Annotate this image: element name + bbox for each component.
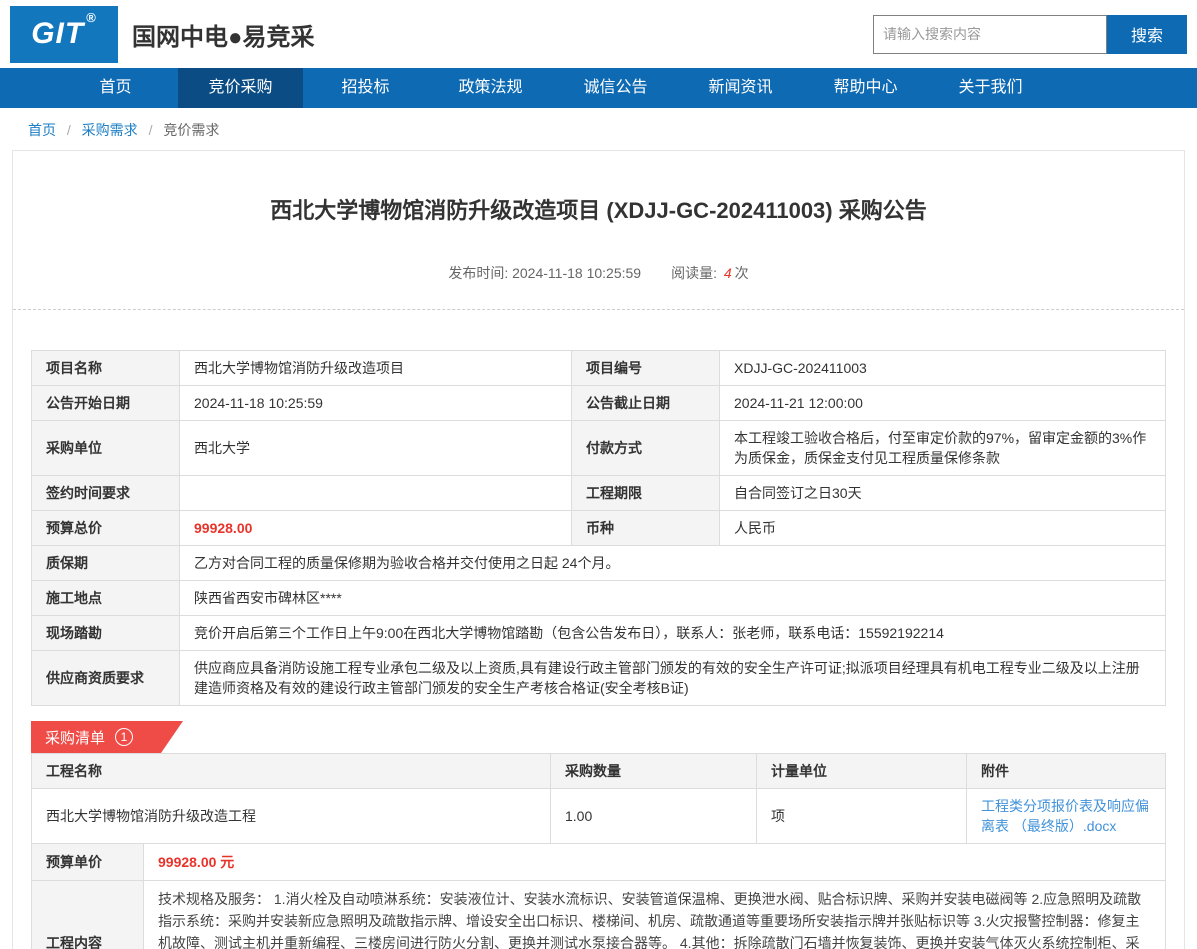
- warranty-value: 乙方对合同工程的质量保修期为验收合格并交付使用之日起 24个月。: [180, 546, 1166, 581]
- payment-value: 本工程竣工验收合格后，付至审定价款的97%，留审定金额的3%作为质保金，质保金支…: [720, 421, 1166, 476]
- project-name-label: 项目名称: [32, 351, 180, 386]
- start-date-label: 公告开始日期: [32, 386, 180, 421]
- unit-price-value: 99928.00 元: [144, 844, 1166, 881]
- table-row: 工程内容 技术规格及服务： 1.消火栓及自动喷淋系统：安装液位计、安装水流标识、…: [32, 881, 1166, 949]
- unit-price-label: 预算单价: [32, 844, 144, 881]
- attachment-link[interactable]: 工程类分项报价表及响应偏离表 （最终版）.docx: [981, 798, 1149, 834]
- budget-total-label: 预算总价: [32, 511, 180, 546]
- nav-item-news[interactable]: 新闻资讯: [678, 68, 803, 108]
- page-title: 西北大学博物馆消防升级改造项目 (XDJJ-GC-202411003) 采购公告: [33, 193, 1164, 225]
- project-code-value: XDJJ-GC-202411003: [720, 351, 1166, 386]
- logo-text: GIT®: [31, 17, 97, 51]
- purchaser-label: 采购单位: [32, 421, 180, 476]
- purchase-item-name: 西北大学博物馆消防升级改造工程: [32, 789, 551, 844]
- views-count: 4: [724, 265, 732, 281]
- location-value: 陕西省西安市碑林区****: [180, 581, 1166, 616]
- purchase-list-tag-label: 采购清单: [45, 727, 105, 748]
- table-row: 签约时间要求 工程期限 自合同签订之日30天: [32, 476, 1166, 511]
- nav-item-home[interactable]: 首页: [53, 68, 178, 108]
- start-date-value: 2024-11-18 10:25:59: [180, 386, 572, 421]
- project-content-value: 技术规格及服务： 1.消火栓及自动喷淋系统：安装液位计、安装水流标识、安装管道保…: [144, 881, 1166, 949]
- table-row: 质保期 乙方对合同工程的质量保修期为验收合格并交付使用之日起 24个月。: [32, 546, 1166, 581]
- announcement-card: 西北大学博物馆消防升级改造项目 (XDJJ-GC-202411003) 采购公告…: [12, 150, 1185, 949]
- publish-time-value: 2024-11-18 10:25:59: [512, 265, 641, 281]
- announcement-title-block: 西北大学博物馆消防升级改造项目 (XDJJ-GC-202411003) 采购公告…: [13, 151, 1184, 309]
- project-info-table: 项目名称 西北大学博物馆消防升级改造项目 项目编号 XDJJ-GC-202411…: [31, 350, 1166, 706]
- nav-item-integrity-notice[interactable]: 诚信公告: [553, 68, 678, 108]
- site-title: 国网中电●易竞采: [132, 17, 315, 52]
- table-row: 预算总价 99928.00 币种 人民币: [32, 511, 1166, 546]
- card-content: 项目名称 西北大学博物馆消防升级改造项目 项目编号 XDJJ-GC-202411…: [13, 310, 1184, 949]
- qualification-value: 供应商应具备消防设施工程专业承包二级及以上资质,具有建设行政主管部门颁发的有效的…: [180, 651, 1166, 706]
- breadcrumb: 首页 / 采购需求 / 竞价需求: [0, 108, 1197, 148]
- payment-label: 付款方式: [572, 421, 720, 476]
- purchase-detail-table: 预算单价 99928.00 元 工程内容 技术规格及服务： 1.消火栓及自动喷淋…: [31, 843, 1166, 949]
- nav-item-help-center[interactable]: 帮助中心: [803, 68, 928, 108]
- col-header-quantity: 采购数量: [551, 754, 757, 789]
- registered-trademark-icon: ®: [86, 10, 97, 25]
- currency-value: 人民币: [720, 511, 1166, 546]
- currency-label: 币种: [572, 511, 720, 546]
- nav-item-tendering[interactable]: 招投标: [303, 68, 428, 108]
- sign-time-label: 签约时间要求: [32, 476, 180, 511]
- warranty-label: 质保期: [32, 546, 180, 581]
- table-row: 项目名称 西北大学博物馆消防升级改造项目 项目编号 XDJJ-GC-202411…: [32, 351, 1166, 386]
- purchase-list-tag: 采购清单 1: [31, 721, 183, 753]
- breadcrumb-purchase-demand[interactable]: 采购需求: [82, 122, 138, 138]
- breadcrumb-home[interactable]: 首页: [28, 122, 56, 138]
- location-label: 施工地点: [32, 581, 180, 616]
- project-name-value: 西北大学博物馆消防升级改造项目: [180, 351, 572, 386]
- col-header-project-name: 工程名称: [32, 754, 551, 789]
- project-content-label: 工程内容: [32, 881, 144, 949]
- end-date-value: 2024-11-21 12:00:00: [720, 386, 1166, 421]
- duration-label: 工程期限: [572, 476, 720, 511]
- end-date-label: 公告截止日期: [572, 386, 720, 421]
- site-visit-value: 竞价开启后第三个工作日上午9:00在西北大学博物馆踏勘（包含公告发布日），联系人…: [180, 616, 1166, 651]
- search-button[interactable]: 搜索: [1107, 15, 1187, 54]
- views-unit: 次: [735, 265, 749, 281]
- breadcrumb-current: 竞价需求: [163, 122, 219, 138]
- qualification-label: 供应商资质要求: [32, 651, 180, 706]
- col-header-unit: 计量单位: [757, 754, 967, 789]
- table-row: 现场踏勘 竞价开启后第三个工作日上午9:00在西北大学博物馆踏勘（包含公告发布日…: [32, 616, 1166, 651]
- nav-item-about-us[interactable]: 关于我们: [928, 68, 1053, 108]
- project-code-label: 项目编号: [572, 351, 720, 386]
- table-row: 施工地点 陕西省西安市碑林区****: [32, 581, 1166, 616]
- table-row: 采购单位 西北大学 付款方式 本工程竣工验收合格后，付至审定价款的97%，留审定…: [32, 421, 1166, 476]
- table-row: 西北大学博物馆消防升级改造工程 1.00 项 工程类分项报价表及响应偏离表 （最…: [32, 789, 1166, 844]
- main-nav: 首页 竞价采购 招投标 政策法规 诚信公告 新闻资讯 帮助中心 关于我们: [0, 68, 1197, 108]
- site-visit-label: 现场踏勘: [32, 616, 180, 651]
- search-bar: 搜索: [873, 15, 1187, 54]
- nav-item-bidding-purchase[interactable]: 竞价采购: [178, 68, 303, 108]
- publish-time-label: 发布时间:: [448, 265, 512, 281]
- breadcrumb-separator: /: [67, 122, 71, 138]
- search-input[interactable]: [873, 15, 1107, 54]
- table-header-row: 工程名称 采购数量 计量单位 附件: [32, 754, 1166, 789]
- purchaser-value: 西北大学: [180, 421, 572, 476]
- purchase-list-table: 工程名称 采购数量 计量单位 附件 西北大学博物馆消防升级改造工程 1.00 项…: [31, 753, 1166, 844]
- purchase-list-count-badge: 1: [115, 728, 133, 746]
- purchase-item-quantity: 1.00: [551, 789, 757, 844]
- duration-value: 自合同签订之日30天: [720, 476, 1166, 511]
- table-row: 供应商资质要求 供应商应具备消防设施工程专业承包二级及以上资质,具有建设行政主管…: [32, 651, 1166, 706]
- col-header-attachment: 附件: [967, 754, 1166, 789]
- table-row: 公告开始日期 2024-11-18 10:25:59 公告截止日期 2024-1…: [32, 386, 1166, 421]
- sign-time-value: [180, 476, 572, 511]
- purchase-item-unit: 项: [757, 789, 967, 844]
- views-label: 阅读量:: [671, 265, 721, 281]
- top-header: GIT® 国网中电●易竞采 搜索: [0, 0, 1197, 68]
- announcement-meta: 发布时间: 2024-11-18 10:25:59 阅读量: 4次: [33, 263, 1164, 309]
- table-row: 预算单价 99928.00 元: [32, 844, 1166, 881]
- budget-total-value: 99928.00: [180, 511, 572, 546]
- site-logo[interactable]: GIT®: [10, 6, 118, 63]
- nav-item-policies[interactable]: 政策法规: [428, 68, 553, 108]
- breadcrumb-separator: /: [149, 122, 153, 138]
